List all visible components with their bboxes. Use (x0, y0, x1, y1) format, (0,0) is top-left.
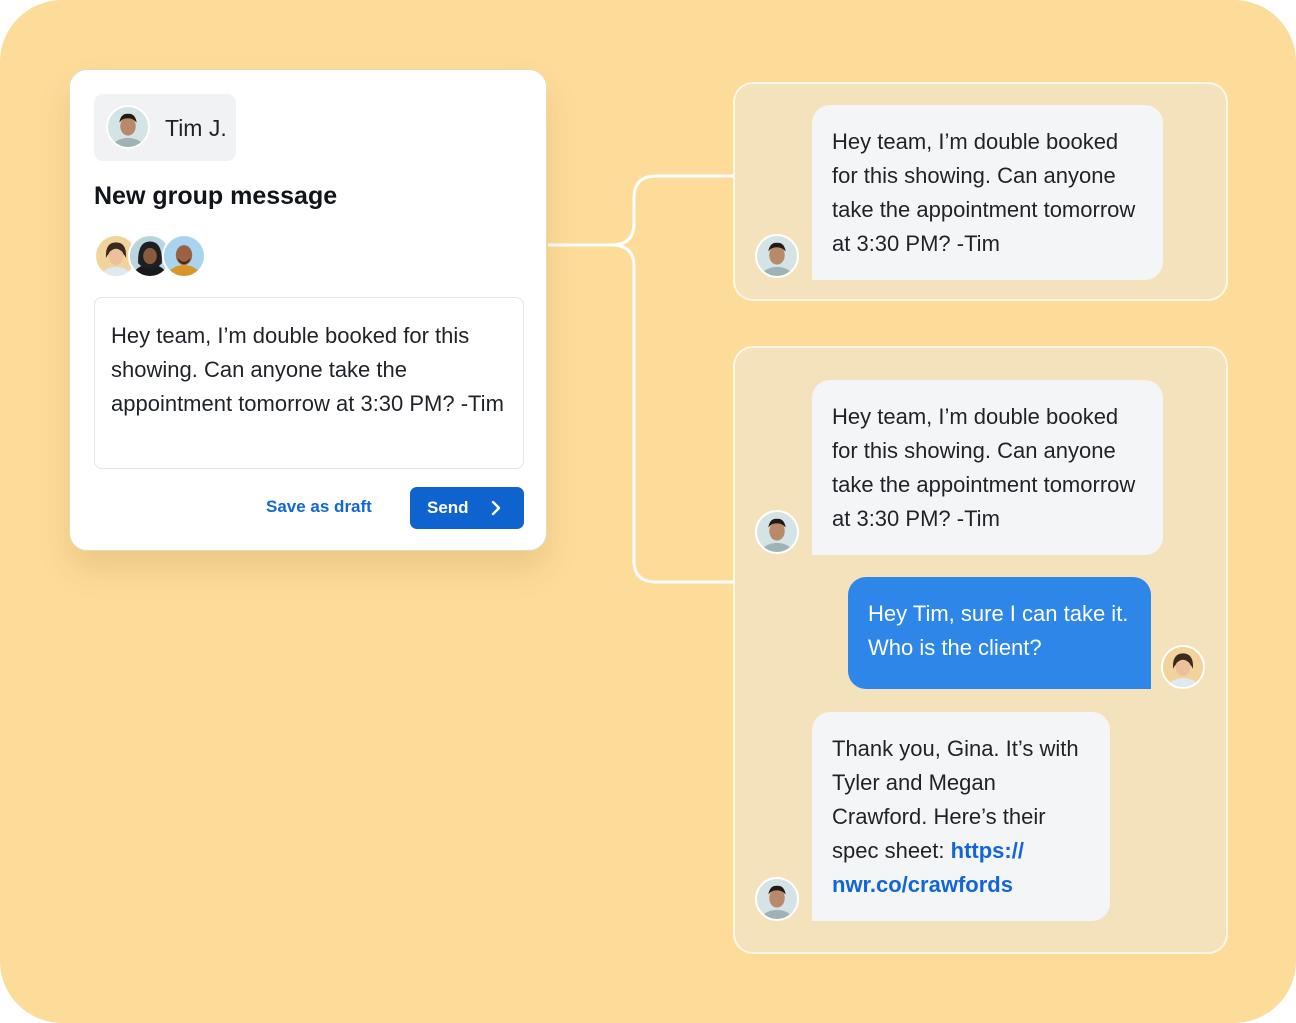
send-button[interactable]: Send (410, 487, 524, 529)
send-button-label: Send (427, 498, 469, 517)
recipient-avatar-3 (162, 234, 206, 278)
sender-name: Tim J. (165, 115, 227, 141)
chevron-right-icon (489, 499, 503, 522)
recipient-avatars[interactable] (94, 234, 224, 280)
tim-avatar (755, 234, 799, 278)
message-bubble: Hey team, I’m double booked for this sho… (812, 380, 1163, 555)
tim-avatar (755, 877, 799, 921)
gina-avatar (1161, 645, 1205, 689)
message-bubble: Thank you, Gina. It’s with Tyler and Meg… (812, 712, 1110, 921)
sender-chip[interactable]: Tim J. (94, 94, 236, 161)
conversation-panel-2: Hey team, I’m double booked for this sho… (733, 346, 1228, 954)
canvas: Tim J. New group message Hey team, I’m d… (0, 0, 1296, 1023)
tim-avatar (755, 510, 799, 554)
save-as-draft-button[interactable]: Save as draft (266, 497, 372, 517)
sender-avatar (106, 105, 150, 149)
reply-bubble: Hey Tim, sure I can take it. Who is the … (848, 577, 1151, 689)
compose-title: New group message (94, 182, 338, 210)
conversation-panel-1: Hey team, I’m double booked for this sho… (733, 82, 1228, 301)
message-input[interactable]: Hey team, I’m double booked for this sho… (94, 297, 524, 469)
compose-card: Tim J. New group message Hey team, I’m d… (69, 69, 547, 551)
message-bubble: Hey team, I’m double booked for this sho… (812, 105, 1163, 280)
